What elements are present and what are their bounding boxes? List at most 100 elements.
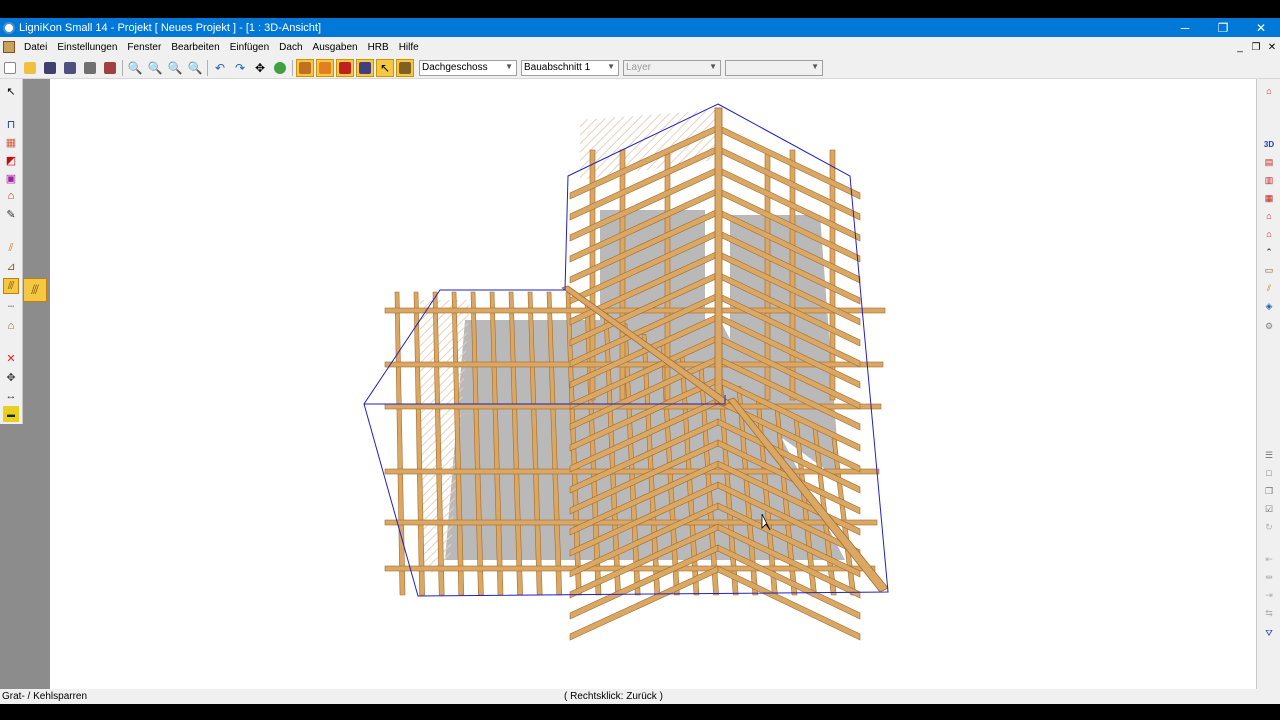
layer-select[interactable]: Layer ▼ (623, 59, 721, 76)
filter-icon[interactable]: ⛛ (1261, 626, 1277, 640)
batten (384, 468, 880, 475)
zoom-in-icon[interactable]: 🔍 (126, 59, 144, 77)
hatch-strip (580, 110, 715, 180)
wall-icon[interactable]: ⊓ (3, 116, 19, 132)
mdi-minimize-button[interactable]: _ (1232, 42, 1248, 53)
align-middle-icon[interactable]: ⇹ (1261, 570, 1277, 584)
roof-tool-icon[interactable] (296, 58, 314, 77)
menu-einfuegen[interactable]: Einfügen (225, 42, 274, 53)
hip-rafter-icon[interactable]: ⫻ (3, 278, 19, 294)
new-file-icon[interactable] (1, 59, 19, 77)
floor-plan-icon[interactable]: ▤ (1261, 155, 1277, 169)
detail-icon[interactable]: ◈ (1261, 299, 1277, 313)
toolbar: 🔍 🔍 🔍 🔍 ↶ ↷ ✥ ↖ Dachgeschoss ▼ Bauabschni… (0, 57, 1280, 79)
pan-icon[interactable]: ✥ (251, 59, 269, 77)
object-icon[interactable] (271, 59, 289, 77)
print-preview-icon[interactable] (101, 59, 119, 77)
menu-bar: Datei Einstellungen Fenster Bearbeiten E… (0, 37, 1280, 57)
frame-icon[interactable]: □ (1261, 466, 1277, 480)
redo-icon[interactable]: ↷ (231, 59, 249, 77)
chevron-down-icon: ▼ (607, 61, 615, 71)
floor-select[interactable]: Dachgeschoss ▼ (419, 59, 517, 76)
rafter-view-icon[interactable]: ⫽ (1261, 281, 1277, 295)
house-front-icon[interactable]: ⌂ (1261, 209, 1277, 223)
window-overlap-icon[interactable]: ❐ (1261, 484, 1277, 498)
hip-rafter-tool-icon[interactable] (316, 58, 334, 77)
ridge-beam (714, 107, 723, 404)
align-top-icon[interactable]: ⇤ (1261, 552, 1277, 566)
delete-icon[interactable]: ✕ (3, 350, 19, 366)
purlin-icon[interactable]: ⊿ (3, 258, 19, 274)
measure-icon[interactable]: ▬ (3, 406, 19, 422)
rafter (394, 291, 406, 596)
status-hint: ( Rechtsklick: Zurück ) (564, 691, 663, 702)
document-icon[interactable] (3, 41, 15, 53)
section-select[interactable]: Bauabschnitt 1 ▼ (521, 59, 619, 76)
menu-einstellungen[interactable]: Einstellungen (52, 42, 122, 53)
hip-rafter-flyout-button[interactable]: ⫻ (23, 278, 47, 302)
building-icon[interactable]: ▥ (1261, 173, 1277, 187)
menu-bearbeiten[interactable]: Bearbeiten (166, 42, 224, 53)
menu-datei[interactable]: Datei (19, 42, 52, 53)
close-button[interactable]: ✕ (1242, 18, 1280, 37)
elevation-icon[interactable]: ▦ (1261, 191, 1277, 205)
house-icon[interactable]: ⌂ (3, 188, 19, 204)
settings-icon[interactable]: ⚙ (1261, 319, 1277, 333)
distribute-icon[interactable]: ⇆ (1261, 606, 1277, 620)
print-icon[interactable] (81, 59, 99, 77)
roof-3d-model[interactable] (50, 79, 1256, 689)
dormer-icon[interactable]: ⌂ (3, 318, 19, 334)
select-arrow-icon[interactable]: ↖ (3, 83, 19, 99)
screen: LigniKon Small 14 - Projekt [ Neues Proj… (0, 0, 1280, 720)
menu-hilfe[interactable]: Hilfe (394, 42, 424, 53)
layers-tool-icon[interactable] (396, 58, 414, 77)
roof-icon[interactable]: ⌃ (1261, 245, 1277, 259)
home-view-icon[interactable]: ⌂ (1261, 84, 1277, 98)
grid-icon[interactable]: ▦ (3, 134, 19, 150)
status-bar: Grat- / Kehlsparren ( Rechtsklick: Zurüc… (0, 689, 1280, 704)
extra-select[interactable]: ▼ (725, 59, 823, 76)
separator (207, 59, 208, 76)
checkbox-icon[interactable]: ☑ (1261, 502, 1277, 516)
menu-dach[interactable]: Dach (274, 42, 307, 53)
separator (292, 59, 293, 76)
left-toolbar: ↖ ⊓ ▦ ◩ ▣ ⌂ ✎ ⫽ ⊿ ⫻ ┄ ⌂ ✕ ✥ ↔ ▬ (0, 79, 23, 424)
roof-red-tool-icon[interactable] (336, 58, 354, 77)
refresh-icon[interactable]: ↻ (1261, 520, 1277, 534)
dimension-icon[interactable]: ↔ (3, 388, 19, 404)
zoom-fit-icon[interactable]: 🔍 (166, 59, 184, 77)
save-icon[interactable] (41, 59, 59, 77)
window-icon[interactable]: ▣ (3, 170, 19, 186)
rafter-icon[interactable]: ⫽ (3, 240, 19, 256)
menu-hrb[interactable]: HRB (363, 42, 394, 53)
edit-icon[interactable]: ✎ (3, 206, 19, 222)
open-folder-icon[interactable] (21, 59, 39, 77)
panel-icon[interactable]: ▭ (1261, 263, 1277, 277)
undo-icon[interactable]: ↶ (211, 59, 229, 77)
beam-tool-icon[interactable] (356, 58, 374, 77)
save-all-icon[interactable] (61, 59, 79, 77)
select-tool-icon[interactable]: ↖ (376, 58, 394, 77)
mdi-restore-button[interactable]: ❐ (1248, 42, 1264, 53)
list-icon[interactable]: ☰ (1261, 448, 1277, 462)
3d-view-canvas[interactable] (50, 79, 1256, 689)
chevron-down-icon: ▼ (505, 61, 513, 71)
zoom-out-icon[interactable]: 🔍 (146, 59, 164, 77)
menu-ausgaben[interactable]: Ausgaben (308, 42, 363, 53)
title-bar: LigniKon Small 14 - Projekt [ Neues Proj… (0, 18, 1280, 37)
transform-icon[interactable]: ✥ (3, 369, 19, 385)
zoom-window-icon[interactable]: 🔍 (186, 59, 204, 77)
dashed-line-icon[interactable]: ┄ (3, 298, 19, 314)
mdi-close-button[interactable]: ✕ (1264, 42, 1280, 53)
hip-rafter-icon: ⫻ (31, 282, 39, 297)
corner-icon[interactable]: ◩ (3, 152, 19, 168)
minimize-button[interactable]: ─ (1166, 18, 1204, 37)
3d-view-icon[interactable]: 3D (1261, 137, 1277, 151)
restore-button[interactable]: ❐ (1204, 18, 1242, 37)
mdi-controls: _ ❐ ✕ (1232, 42, 1280, 53)
app-icon (3, 21, 15, 34)
house-side-icon[interactable]: ⌂ (1261, 227, 1277, 241)
left-panel-background (23, 79, 50, 424)
align-bottom-icon[interactable]: ⇥ (1261, 588, 1277, 602)
menu-fenster[interactable]: Fenster (122, 42, 166, 53)
